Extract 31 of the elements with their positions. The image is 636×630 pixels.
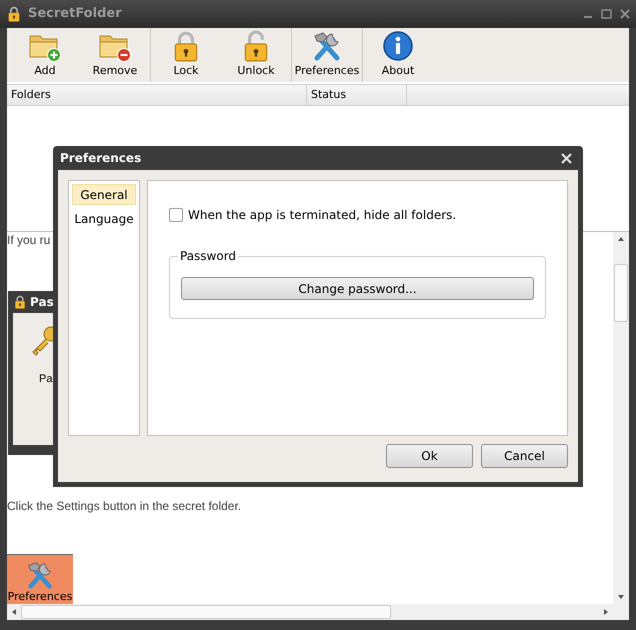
toolbar-button[interactable]: Add (10, 28, 80, 82)
scroll-thumb[interactable] (21, 605, 391, 619)
change-password-button[interactable]: Change password... (181, 277, 534, 300)
toolbar-button[interactable]: Unlock (221, 28, 291, 82)
column-header[interactable]: Folders (7, 85, 307, 105)
help-text: If you ru (7, 232, 50, 249)
info-icon (382, 30, 414, 62)
window-title: SecretFolder (28, 5, 122, 24)
preferences-tile[interactable]: Preferences (7, 554, 73, 604)
scroll-thumb[interactable] (614, 264, 628, 322)
maximize-icon[interactable] (601, 9, 612, 19)
category-item[interactable]: Language (72, 208, 136, 229)
dialog-title: Preferences (60, 150, 142, 167)
window-title: Pas (30, 294, 54, 311)
dialog-button[interactable]: Ok (386, 444, 473, 468)
toolbar-button[interactable]: Remove (80, 28, 150, 82)
toolbar-button[interactable]: About (363, 28, 433, 82)
padlock-icon (6, 6, 22, 22)
vertical-scrollbar[interactable] (613, 232, 629, 604)
help-text: Click the Settings button in the secret folder. (7, 498, 242, 515)
column-header[interactable]: Status (307, 85, 407, 105)
checkbox-label: When the app is terminated, hide all folders. (188, 207, 456, 224)
checkbox[interactable] (169, 208, 183, 222)
category-item[interactable]: General (72, 184, 136, 205)
icon-label: Pa (39, 372, 52, 387)
toolbar-button[interactable]: Lock (151, 28, 221, 82)
dialog-button[interactable]: Cancel (481, 444, 568, 468)
toolbar-button[interactable]: Preferences (292, 28, 362, 82)
padlock-icon (13, 295, 27, 309)
horizontal-scrollbar[interactable] (7, 604, 629, 620)
close-icon[interactable] (620, 9, 630, 19)
